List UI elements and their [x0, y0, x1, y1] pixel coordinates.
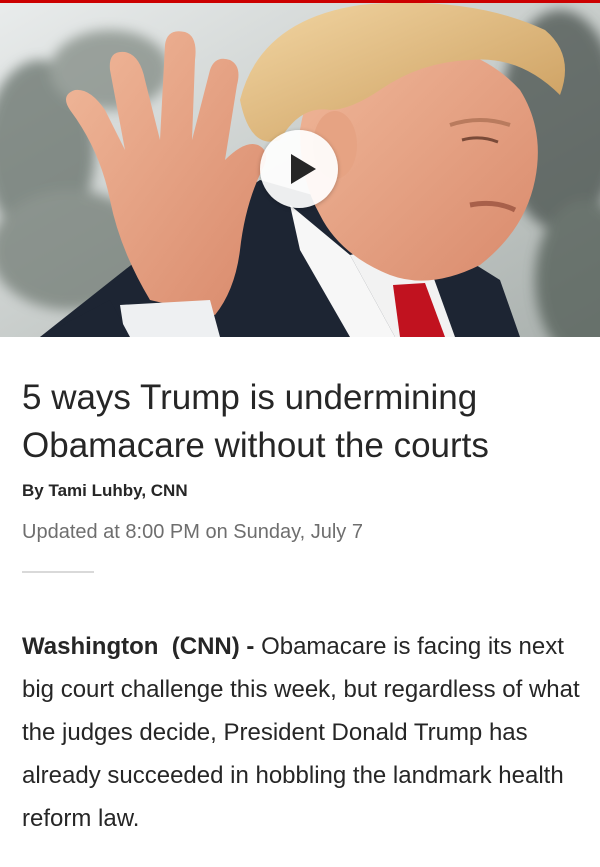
article-dateline: Washington (CNN) - [22, 633, 262, 660]
play-icon [291, 154, 316, 184]
divider [22, 571, 94, 573]
article: 5 ways Trump is undermining Obamacare wi… [22, 374, 582, 840]
article-timestamp: Updated at 8:00 PM on Sunday, July 7 [22, 521, 363, 543]
article-headline: 5 ways Trump is undermining Obamacare wi… [22, 378, 489, 465]
article-byline[interactable]: By Tami Luhby, CNN [22, 481, 582, 501]
hero-video[interactable] [0, 0, 600, 337]
top-accent-bar [0, 0, 600, 3]
play-button[interactable] [260, 130, 338, 208]
article-body-text: Obamacare is facing its next big court c… [22, 633, 580, 832]
article-body-paragraph: Washington (CNN) - Obamacare is facing i… [22, 625, 582, 840]
